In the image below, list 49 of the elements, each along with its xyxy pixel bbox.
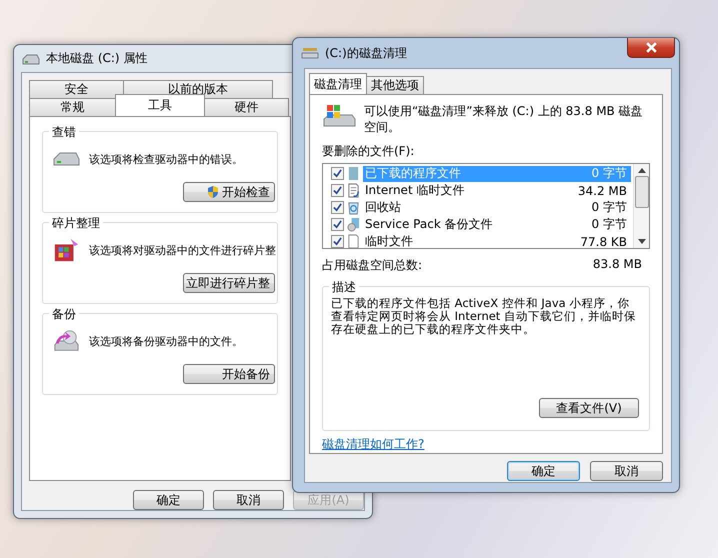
drive-icon bbox=[22, 52, 40, 66]
windows-drive-icon bbox=[322, 103, 356, 129]
tab[interactable]: 工具 bbox=[115, 94, 205, 116]
files-label: 要删除的文件(F): bbox=[322, 143, 416, 160]
checkbox[interactable] bbox=[331, 184, 344, 197]
cleanup-drive-icon bbox=[301, 46, 319, 60]
help-link[interactable]: 磁盘清理如何工作? bbox=[322, 436, 650, 453]
tab[interactable]: 安全 bbox=[29, 80, 124, 98]
total-label: 占用磁盘空间总数: bbox=[322, 257, 422, 274]
scroll-up-arrow-icon[interactable] bbox=[638, 168, 646, 173]
dialog-button[interactable]: 确定 bbox=[507, 461, 580, 481]
tab[interactable]: 其他选项 bbox=[366, 76, 424, 94]
group-action-button[interactable]: 立即进行碎片整 bbox=[183, 273, 275, 293]
window-title: 本地磁盘 (C:) 属性 bbox=[46, 50, 148, 67]
group-action-button[interactable]: 开始检查 bbox=[183, 182, 275, 202]
folder-icon bbox=[347, 166, 360, 181]
window-title: (C:)的磁盘清理 bbox=[325, 44, 407, 62]
file-category[interactable]: Internet 临时文件 34.2 MB bbox=[363, 182, 631, 198]
scrollbar[interactable] bbox=[633, 164, 649, 248]
shield-icon bbox=[207, 185, 219, 199]
disc-icon bbox=[347, 217, 360, 232]
total-size: 83.8 MB bbox=[592, 257, 642, 273]
file-category[interactable]: Service Pack 备份文件 0 字节 bbox=[363, 216, 631, 232]
close-button[interactable] bbox=[627, 38, 675, 58]
document-icon bbox=[347, 183, 360, 198]
dialog-button[interactable]: 取消 bbox=[213, 490, 284, 510]
dialog-button[interactable]: 取消 bbox=[590, 461, 663, 481]
tab[interactable]: 磁盘清理 bbox=[309, 73, 367, 94]
checkbox[interactable] bbox=[331, 167, 344, 180]
group-description: 该选项将检查驱动器中的错误。 bbox=[89, 152, 243, 166]
recycle-bin-icon bbox=[347, 200, 360, 215]
tab[interactable]: 硬件 bbox=[204, 98, 289, 116]
checkbox[interactable] bbox=[331, 201, 344, 214]
group-description: 该选项将对驱动器中的文件进行碎片整 bbox=[89, 242, 276, 258]
group-action-button[interactable]: 开始备份 bbox=[183, 364, 275, 384]
tab[interactable]: 常规 bbox=[29, 98, 116, 116]
group-title: 备份 bbox=[49, 306, 79, 323]
view-files-button[interactable]: 查看文件(V) bbox=[539, 398, 639, 418]
checkbox[interactable] bbox=[331, 218, 344, 231]
file-category[interactable]: 回收站 0 字节 bbox=[363, 200, 631, 216]
checkbox[interactable] bbox=[331, 235, 344, 248]
file-category[interactable]: 临时文件 77.8 KB bbox=[363, 234, 631, 250]
group-description: 该选项将备份驱动器中的文件。 bbox=[89, 334, 243, 348]
group-title: 描述 bbox=[329, 279, 359, 296]
scroll-down-arrow-icon[interactable] bbox=[638, 239, 646, 244]
dialog-button[interactable]: 确定 bbox=[133, 490, 204, 510]
close-icon bbox=[644, 42, 658, 53]
intro-text: 可以使用“磁盘清理”来释放 (C:) 上的 83.8 MB 磁盘空间。 bbox=[364, 103, 644, 135]
description-text: 已下载的程序文件包括 ActiveX 控件和 Java 小程序，你查看特定网页时将会从 Internet 自动下载它们，并临时保存在硬盘上的已下载的程序文件夹中。 bbox=[331, 297, 637, 336]
